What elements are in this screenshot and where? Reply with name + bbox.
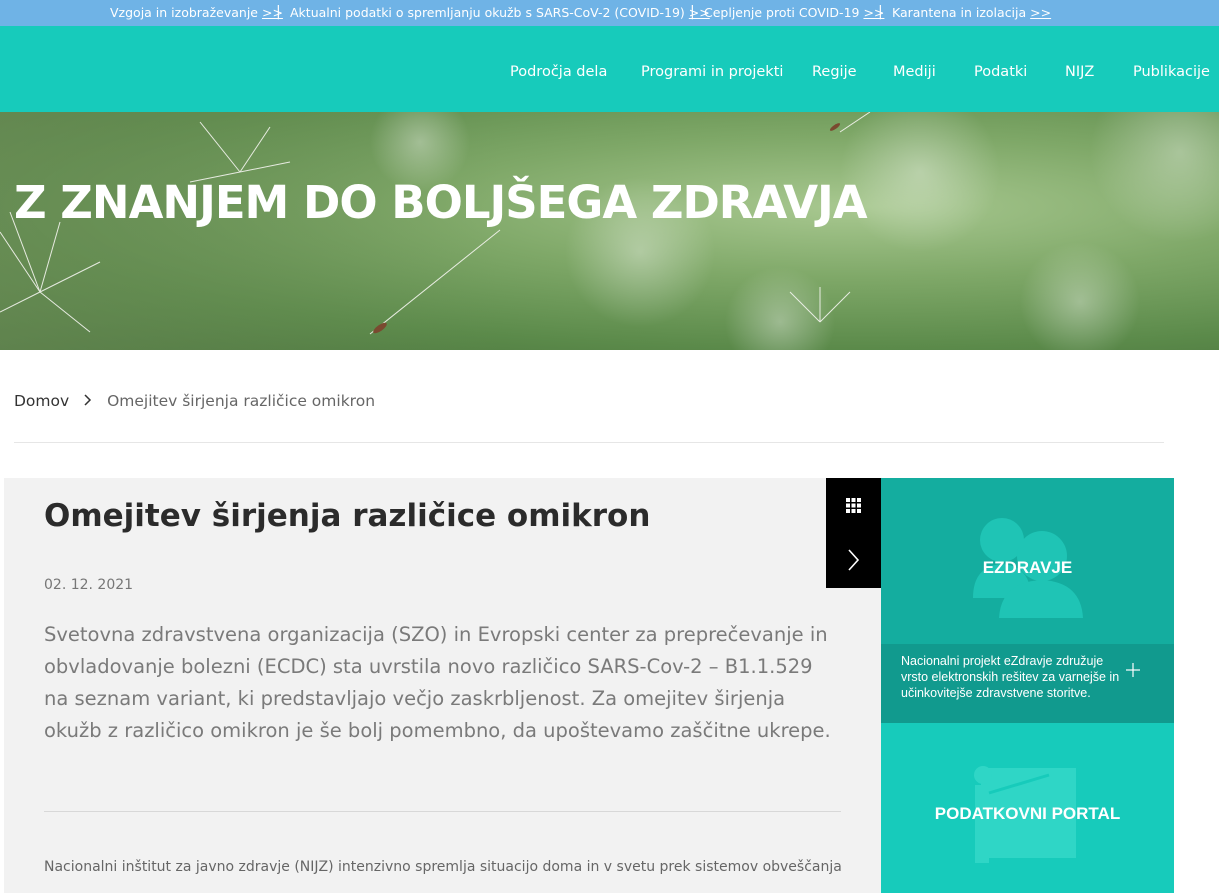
topbar-separator: | xyxy=(878,4,883,20)
nav-item-nijz[interactable]: NIJZ xyxy=(1065,64,1094,80)
nav-item-data[interactable]: Podatki xyxy=(974,64,1027,80)
nav-item-media[interactable]: Mediji xyxy=(893,64,936,80)
topbar-link-arrow: >> xyxy=(1030,5,1052,20)
topbar-separator: | xyxy=(690,4,695,20)
topbar-link-label: Aktualni podatki o spremljanju okužb s S… xyxy=(290,5,685,20)
hero-title: Z ZNANJEM DO BOLJŠEGA ZDRAVJA xyxy=(14,176,868,229)
topbar-link-education[interactable]: Vzgoja in izobraževanje >> xyxy=(110,5,283,20)
nav-item-publications[interactable]: Publikacije xyxy=(1133,64,1210,80)
article-divider xyxy=(44,811,841,812)
article-card: Omejitev širjenja različice omikron 02. … xyxy=(4,478,881,893)
topbar-link-vaccination[interactable]: Cepljenje proti COVID-19 >> xyxy=(704,5,884,20)
chevron-right-icon xyxy=(848,549,860,571)
chevron-right-icon xyxy=(84,392,92,410)
article-title: Omejitev širjenja različice omikron xyxy=(44,498,651,534)
ezdravje-panel[interactable]: EZDRAVJE xyxy=(881,478,1174,644)
nav-item-areas[interactable]: Področja dela xyxy=(510,64,607,80)
breadcrumb-divider xyxy=(14,442,1164,443)
topbar-link-label: Vzgoja in izobraževanje xyxy=(110,5,258,20)
hero-banner: Z ZNANJEM DO BOLJŠEGA ZDRAVJA xyxy=(0,112,1219,350)
topbar-separator: | xyxy=(276,4,281,20)
data-portal-panel[interactable]: PODATKOVNI PORTAL xyxy=(881,723,1174,893)
main-navigation: Področja dela Programi in projekti Regij… xyxy=(0,26,1219,112)
grid-icon xyxy=(846,498,861,513)
hero-background-image xyxy=(0,112,1219,350)
breadcrumb-home[interactable]: Domov xyxy=(14,392,69,410)
nav-item-programs[interactable]: Programi in projekti xyxy=(641,64,783,80)
topbar-link-label: Cepljenje proti COVID-19 xyxy=(704,5,860,20)
breadcrumb-current: Omejitev širjenja različice omikron xyxy=(107,392,376,410)
next-button[interactable] xyxy=(826,533,881,588)
ezdravje-description: Nacionalni projekt eZdravje združuje vrs… xyxy=(901,654,1120,700)
topbar-link-label: Karantena in izolacija xyxy=(892,5,1027,20)
ezdravje-description-box: Nacionalni projekt eZdravje združuje vrs… xyxy=(881,644,1174,723)
article-date: 02. 12. 2021 xyxy=(44,577,134,593)
data-portal-title: PODATKOVNI PORTAL xyxy=(934,804,1121,823)
article-body: Nacionalni inštitut za javno zdravje (NI… xyxy=(44,859,844,875)
top-info-bar: Vzgoja in izobraževanje >> | Aktualni po… xyxy=(0,0,1219,26)
article-lead: Svetovna zdravstvena organizacija (SZO) … xyxy=(44,623,831,742)
breadcrumb: Domov Omejitev širjenja različice omikro… xyxy=(14,392,375,410)
plus-icon[interactable] xyxy=(1125,662,1141,678)
nav-item-regions[interactable]: Regije xyxy=(812,64,857,80)
topbar-link-quarantine[interactable]: Karantena in izolacija >> xyxy=(892,5,1051,20)
grid-button[interactable] xyxy=(826,478,881,533)
ezdravje-title: EZDRAVJE xyxy=(982,558,1073,577)
topbar-link-covid-data[interactable]: Aktualni podatki o spremljanju okužb s S… xyxy=(290,5,710,20)
